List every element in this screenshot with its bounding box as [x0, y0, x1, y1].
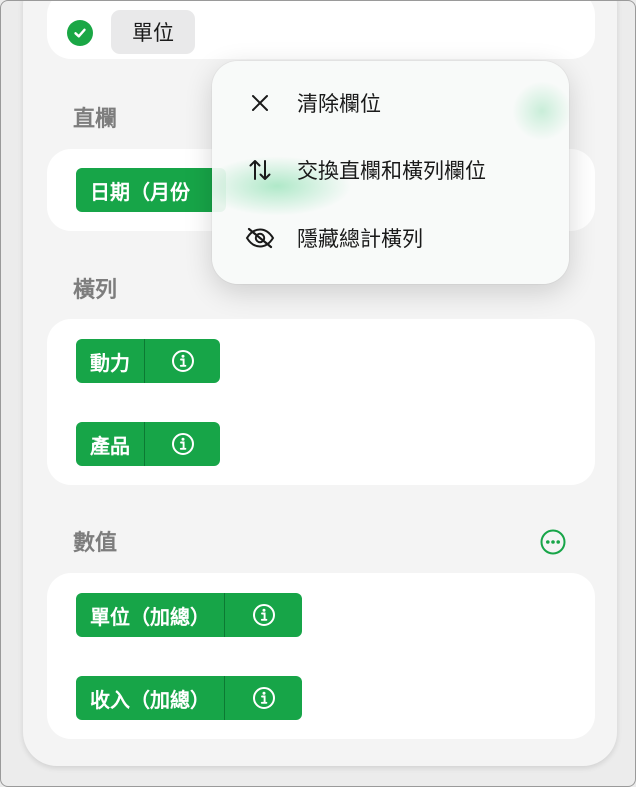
info-icon[interactable] — [225, 676, 302, 720]
menu-item-label: 隱藏總計橫列 — [297, 227, 423, 251]
context-menu: 清除欄位 交換直欄和橫列欄位 隱藏總計橫列 — [212, 61, 569, 284]
checkmark-icon[interactable] — [67, 20, 93, 46]
app-frame: 單位 直欄 日期（月份 橫列 動力 產品 數值 單位（加總） 收入（加總） 清除… — [0, 0, 636, 787]
eye-slash-icon — [245, 223, 275, 253]
chip-label: 單位（加總） — [90, 604, 210, 629]
value-chip-revenue-sum[interactable]: 收入（加總） — [76, 676, 302, 720]
rows-section-title: 橫列 — [73, 278, 118, 303]
menu-item-clear-field[interactable]: 清除欄位 — [212, 74, 569, 132]
values-section-title: 數值 — [73, 531, 118, 556]
info-icon[interactable] — [145, 339, 220, 383]
row-chip-power[interactable]: 動力 — [76, 339, 220, 383]
column-chip-date[interactable]: 日期（月份 — [76, 168, 226, 212]
value-chip-units-sum[interactable]: 單位（加總） — [76, 593, 302, 637]
info-icon[interactable] — [225, 593, 302, 637]
more-options-icon[interactable] — [539, 528, 567, 556]
menu-item-label: 交換直欄和橫列欄位 — [297, 159, 486, 183]
menu-item-label: 清除欄位 — [297, 92, 381, 116]
info-icon[interactable] — [145, 422, 220, 466]
menu-item-hide-total-rows[interactable]: 隱藏總計橫列 — [212, 209, 569, 267]
chip-label: 動力 — [90, 350, 130, 375]
chip-label: 產品 — [90, 433, 130, 458]
chip-label: 日期（月份 — [90, 179, 190, 204]
menu-item-swap-fields[interactable]: 交換直欄和橫列欄位 — [212, 141, 569, 199]
close-icon — [245, 88, 275, 118]
swap-arrows-icon — [245, 155, 275, 185]
row-chip-product[interactable]: 產品 — [76, 422, 220, 466]
field-chip-units[interactable]: 單位 — [111, 10, 195, 54]
chip-label: 收入（加總） — [90, 687, 210, 712]
columns-section-title: 直欄 — [73, 107, 118, 132]
